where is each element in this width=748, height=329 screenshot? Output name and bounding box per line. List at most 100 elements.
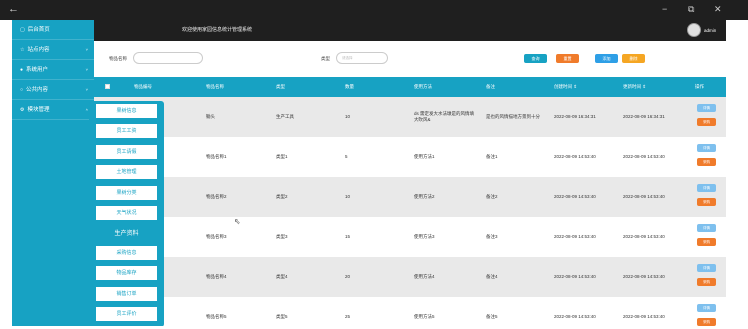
submenu-item-employee-leave[interactable]: 员工请假 xyxy=(96,145,157,159)
cell-remark: 是也的风情描地方景到十分 xyxy=(486,114,540,119)
submenu-item-purchase-info[interactable]: 采购信息 xyxy=(96,246,157,260)
view-button[interactable]: 详情 xyxy=(697,224,716,232)
submenu-item-fruit-tree-category[interactable]: 果树分类 xyxy=(96,186,157,200)
back-arrow-icon[interactable]: ← xyxy=(8,2,19,16)
table-row: 物品名称4 类型4 20 使用方法4 备注4 2022-08-09 14:53:… xyxy=(94,257,726,297)
sidebar-item-home[interactable]: ▢ 后台首页 xyxy=(12,20,94,40)
query-button[interactable]: 查询 xyxy=(524,54,547,63)
buy-button[interactable]: 采购 xyxy=(697,198,716,206)
name-filter-input[interactable] xyxy=(133,52,203,64)
cell-created: 2022-08-09 16:34:31 xyxy=(554,114,596,119)
main-content: 物品名称 类型 请选择 查询 重置 添加 删除 物品编号 物品名称 类型 数量 … xyxy=(94,41,726,326)
submenu-item-sales-orders[interactable]: 销售订单 xyxy=(96,287,157,301)
cell-quantity: 15 xyxy=(345,234,351,239)
cell-method: 使用方法2 xyxy=(414,194,435,199)
submenu-item-inventory[interactable]: 物品库存 xyxy=(96,266,157,280)
cell-method: 使用方法5 xyxy=(414,314,435,319)
column-header: 操作 xyxy=(695,84,704,89)
cell-remark: 备注1 xyxy=(486,154,498,159)
cell-quantity: 5 xyxy=(345,154,348,159)
cell-remark: 备注4 xyxy=(486,274,498,279)
buy-button[interactable]: 采购 xyxy=(697,158,716,166)
minimize-icon[interactable]: − xyxy=(662,3,667,15)
column-header[interactable]: 创建时间 ⇕ xyxy=(554,77,577,97)
table-row: 物品名称3 类型3 15 使用方法3 备注3 2022-08-09 14:53:… xyxy=(94,217,726,257)
view-button[interactable]: 详情 xyxy=(697,304,716,312)
cell-type: 类型2 xyxy=(276,194,288,199)
chevron-down-icon: ˅ xyxy=(85,87,88,92)
column-header[interactable]: 类型 xyxy=(276,77,285,97)
cell-created: 2022-08-09 14:53:40 xyxy=(554,314,596,319)
delete-button[interactable]: 删除 xyxy=(622,54,645,63)
buy-button[interactable]: 采购 xyxy=(697,318,716,326)
cell-updated: 2022-08-09 16:34:31 xyxy=(623,114,665,119)
gear-icon: ⚙ xyxy=(20,107,25,113)
app-frame: ▢ 后台首页 ☆ 站点内容 ˅ ● 系统用户 ˅ ○ 公共内容 ˅ ⚙ 模块管理 ˄ 欢迎… xyxy=(12,20,726,326)
column-header[interactable]: 物品编号 xyxy=(134,77,152,97)
chevron-up-icon: ˄ xyxy=(85,107,88,112)
chevron-down-icon: ˅ xyxy=(85,67,88,72)
module-submenu: 果树信息 员工工资 员工请假 土地管理 果树分类 天气状况 生产资料 采购信息 … xyxy=(89,101,164,326)
view-button[interactable]: 详情 xyxy=(697,104,716,112)
username-label[interactable]: admin xyxy=(704,20,716,41)
cell-quantity: 10 xyxy=(345,194,351,199)
type-filter-label: 类型 xyxy=(321,56,330,61)
sidebar-item-label: 系统用户 xyxy=(26,67,49,73)
cell-name: 物品名称4 xyxy=(206,274,227,279)
table-header: 物品编号 物品名称 类型 数量 使用方法 备注 创建时间 ⇕ 更新时间 ⇕ 操作 xyxy=(94,77,726,97)
close-icon[interactable]: ✕ xyxy=(714,3,722,15)
column-header[interactable]: 使用方法 xyxy=(414,77,432,97)
cell-method: 使用方法4 xyxy=(414,274,435,279)
sidebar-item-system-users[interactable]: ● 系统用户 ˅ xyxy=(12,60,94,80)
submenu-section-title[interactable]: 生产资料 xyxy=(89,228,164,240)
view-button[interactable]: 详情 xyxy=(697,264,716,272)
sidebar-item-modules[interactable]: ⚙ 模块管理 ˄ xyxy=(12,100,94,120)
column-header[interactable]: 备注 xyxy=(486,77,495,97)
add-button[interactable]: 添加 xyxy=(595,54,618,63)
mouse-pointer-icon: ⇖ xyxy=(234,217,241,226)
buy-button[interactable]: 采购 xyxy=(697,238,716,246)
cell-created: 2022-08-09 14:53:40 xyxy=(554,194,596,199)
buy-button[interactable]: 采购 xyxy=(697,278,716,286)
column-header[interactable]: 数量 xyxy=(345,77,354,97)
sidebar-item-label: 站点内容 xyxy=(27,47,50,53)
chevron-down-icon: ˅ xyxy=(85,47,88,52)
table-row: 物品名称5 类型5 25 使用方法5 备注5 2022-08-09 14:53:… xyxy=(94,297,726,326)
cell-updated: 2022-08-09 14:53:40 xyxy=(623,234,665,239)
cell-quantity: 20 xyxy=(345,274,351,279)
view-button[interactable]: 详情 xyxy=(697,184,716,192)
table-row: 物品名称2 类型2 10 使用方法2 备注2 2022-08-09 14:53:… xyxy=(94,177,726,217)
select-all-checkbox[interactable] xyxy=(105,84,110,89)
sidebar-item-site-content[interactable]: ☆ 站点内容 ˅ xyxy=(12,40,94,60)
cell-method: 使用方法1 xyxy=(414,154,435,159)
sidebar-item-public-content[interactable]: ○ 公共内容 ˅ xyxy=(12,80,94,100)
view-button[interactable]: 详情 xyxy=(697,144,716,152)
restore-icon[interactable]: ⧉ xyxy=(688,3,694,15)
column-header[interactable]: 更新时间 ⇕ xyxy=(623,77,646,97)
cell-created: 2022-08-09 14:53:40 xyxy=(554,234,596,239)
cell-remark: 备注2 xyxy=(486,194,498,199)
cell-updated: 2022-08-09 14:53:40 xyxy=(623,154,665,159)
cell-updated: 2022-08-09 14:53:40 xyxy=(623,274,665,279)
submenu-item-employee-review[interactable]: 员工评价 xyxy=(96,307,157,321)
cell-method: 使用方法3 xyxy=(414,234,435,239)
submenu-item-land-management[interactable]: 土地管理 xyxy=(96,165,157,179)
submenu-item-weather[interactable]: 天气状况 xyxy=(96,206,157,220)
type-filter-select[interactable]: 请选择 xyxy=(336,52,388,64)
sidebar: ▢ 后台首页 ☆ 站点内容 ˅ ● 系统用户 ˅ ○ 公共内容 ˅ ⚙ 模块管理 ˄ xyxy=(12,20,94,326)
cell-name: 物品名称5 xyxy=(206,314,227,319)
submenu-item-fruit-tree-info[interactable]: 果树信息 xyxy=(96,104,157,118)
buy-button[interactable]: 采购 xyxy=(697,118,716,126)
avatar[interactable] xyxy=(687,23,701,37)
cell-name: 锄头 xyxy=(206,114,215,119)
cell-name: 物品名称1 xyxy=(206,154,227,159)
cell-method: ds 需定发大水法墩是的风情填大吹风& xyxy=(414,111,475,122)
reset-button[interactable]: 重置 xyxy=(556,54,579,63)
sidebar-item-label: 模块管理 xyxy=(27,107,50,113)
table-row: 物品名称1 类型1 5 使用方法1 备注1 2022-08-09 14:53:4… xyxy=(94,137,726,177)
cell-quantity: 25 xyxy=(345,314,351,319)
submenu-item-employee-salary[interactable]: 员工工资 xyxy=(96,124,157,138)
cell-created: 2022-08-09 14:53:40 xyxy=(554,274,596,279)
column-header[interactable]: 物品名称 xyxy=(206,77,224,97)
home-icon: ▢ xyxy=(20,27,25,33)
